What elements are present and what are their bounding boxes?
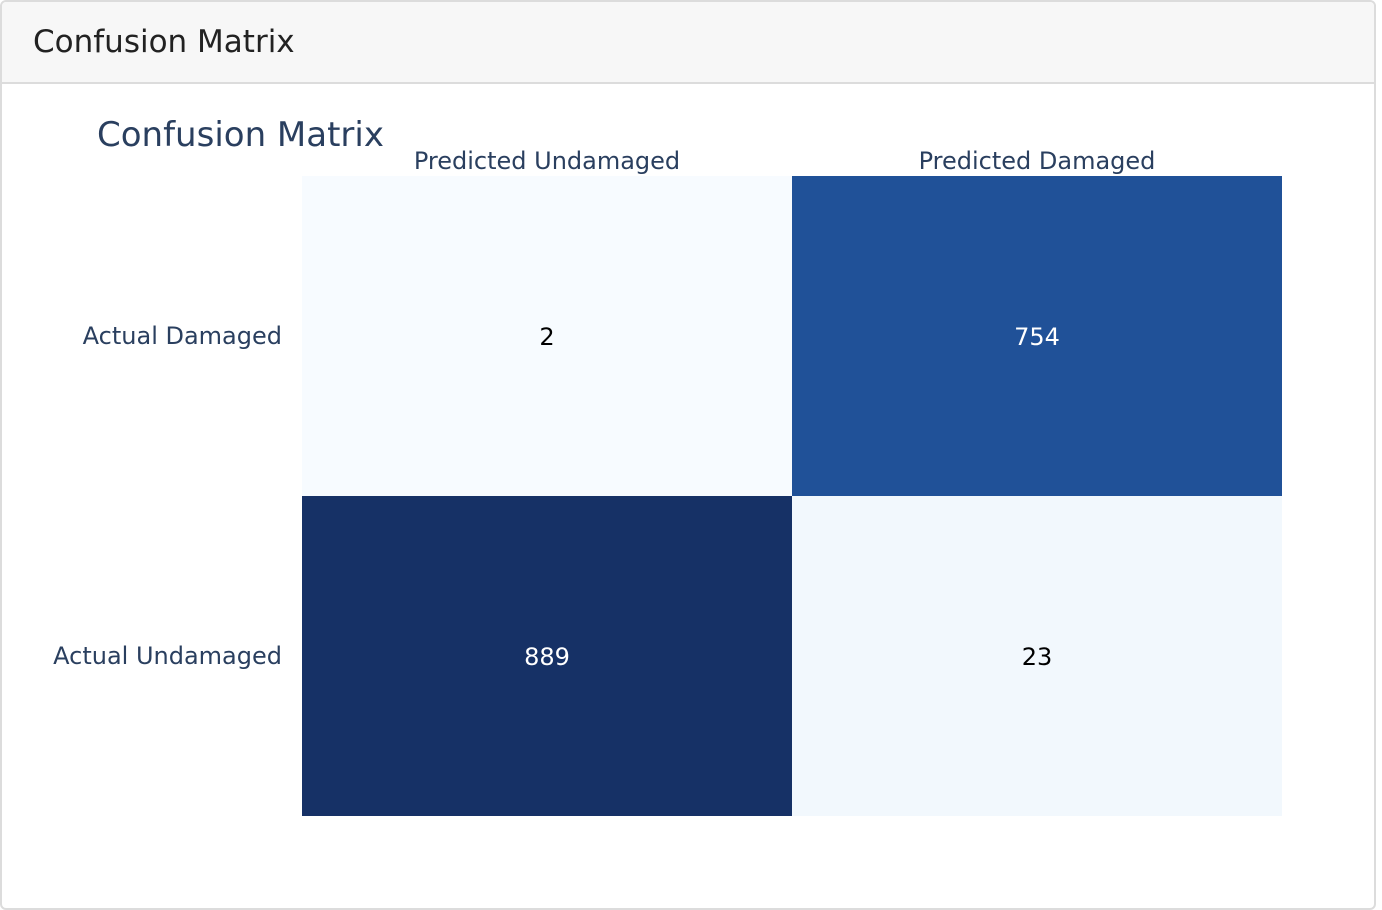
cell-value-label: 2 bbox=[539, 323, 554, 351]
cell-value-label: 889 bbox=[524, 643, 570, 671]
heatmap-cells: 2 754 889 23 bbox=[302, 176, 1282, 816]
y-axis-labels: Actual Damaged Actual Undamaged bbox=[53, 322, 282, 670]
x-tick-label: Predicted Undamaged bbox=[414, 147, 680, 175]
cell-value-label: 23 bbox=[1022, 643, 1053, 671]
x-axis-labels: Predicted Undamaged Predicted Damaged bbox=[414, 147, 1156, 175]
chart-title: Confusion Matrix bbox=[97, 115, 384, 155]
y-tick-label: Actual Damaged bbox=[83, 322, 282, 350]
confusion-matrix-chart: Confusion Matrix 2 754 889 23 Predicted Und… bbox=[53, 115, 1282, 816]
y-tick-label: Actual Undamaged bbox=[53, 642, 282, 670]
x-tick-label: Predicted Damaged bbox=[919, 147, 1156, 175]
cell-value-label: 754 bbox=[1014, 323, 1060, 351]
